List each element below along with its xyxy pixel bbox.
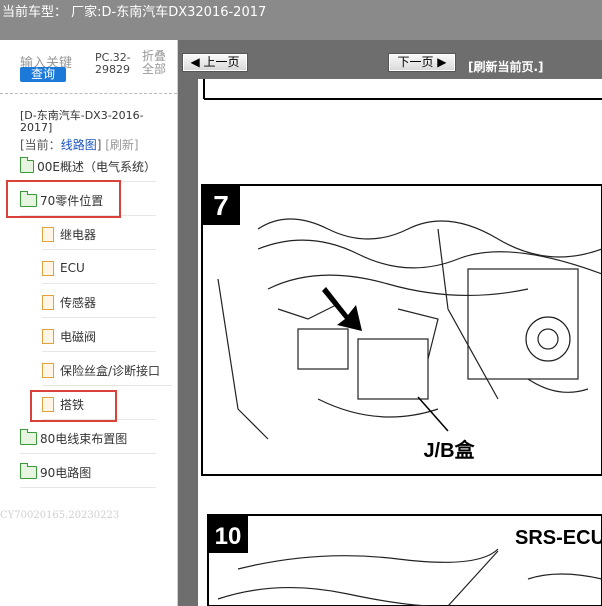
srs-drawing [217,548,602,606]
tree-item-label: 继电器 [60,227,97,242]
prev-page-button[interactable]: ◀ 上一页 [182,53,248,72]
search-area: 输入关键 查询 PC.32-29829 折叠全部 [0,40,177,95]
current-prefix: [当前： [20,138,61,152]
sidebar-refresh-link[interactable]: [刷新] [105,138,138,152]
document-icon [42,294,54,310]
jb-box-label: J/B盒 [423,438,475,462]
figure-7-number: 7 [213,190,229,221]
next-label: 下一页 [397,55,434,69]
vehicle-info: [D-东南汽车-DX3-2016-2017] [20,109,144,134]
tree-item-wiring-diagram[interactable]: 90电路图 [20,457,156,488]
folder-icon [20,156,35,173]
page-drawing: 7 J/B盒 10 SRS-ECU [201,79,602,606]
tree-item-label: 传感器 [60,295,97,310]
tree-item-label: 保险丝盒/诊断接口 [60,363,161,378]
divider [0,93,177,94]
tree-item-label: 90电路图 [40,465,92,480]
pc-code: PC.32-29829 [95,51,131,76]
document-viewer: ◀ 上一页 下一页 ▶ [刷新当前页.] 7 J/B盒 10 SRS-ECU [178,40,602,606]
tree-item-fuse-box[interactable]: 保险丝盒/诊断接口 [42,355,172,386]
tree-item-label: 电磁阀 [60,329,97,344]
folder-icon [20,462,37,479]
engine-bay-drawing [217,218,602,440]
fold-all-button[interactable]: 折叠全部 [142,50,170,76]
tree-item-label: 00E概述（电气系统） [37,159,156,174]
figure-10-number: 10 [215,523,242,550]
tree-item-harness-layout[interactable]: 80电线束布置图 [20,423,156,454]
sidebar: 输入关键 查询 PC.32-29829 折叠全部 [D-东南汽车-DX3-201… [0,40,178,606]
folder-icon [20,428,37,445]
query-button[interactable]: 查询 [20,67,66,82]
highlight-box [6,180,121,218]
current-suffix: ] [96,138,102,152]
tree-item-overview[interactable]: 00E概述（电气系统） [20,151,156,182]
title-bar: 当前车型： 厂家:D-东南汽车DX32016-2017 [0,0,602,40]
watermark: CY70020165.20230223 [0,510,120,521]
tree-item-relay[interactable]: 继电器 [42,219,156,250]
tree-item-label: ECU [60,261,85,275]
tree-item-label: 80电线束布置图 [40,431,128,446]
tree-item-ecu[interactable]: ECU [42,253,156,284]
figure-7-frame [201,184,602,476]
prev-label: 上一页 [203,55,240,69]
tree-item-solenoid[interactable]: 电磁阀 [42,321,156,352]
document-icon [42,362,54,378]
next-page-button[interactable]: 下一页 ▶ [388,53,456,72]
vehicle-title: 当前车型： 厂家:D-东南汽车DX32016-2017 [2,5,267,20]
current-view-link[interactable]: 线路图 [61,138,97,152]
document-icon [42,328,54,344]
refresh-page-link[interactable]: [刷新当前页.] [468,58,544,75]
tree-item-sensor[interactable]: 传感器 [42,287,156,318]
diagram-page: 7 J/B盒 10 SRS-ECU [198,79,602,606]
highlight-box [30,390,117,422]
document-icon [42,260,54,276]
srs-ecu-label: SRS-ECU [515,527,602,549]
document-icon [42,226,54,242]
